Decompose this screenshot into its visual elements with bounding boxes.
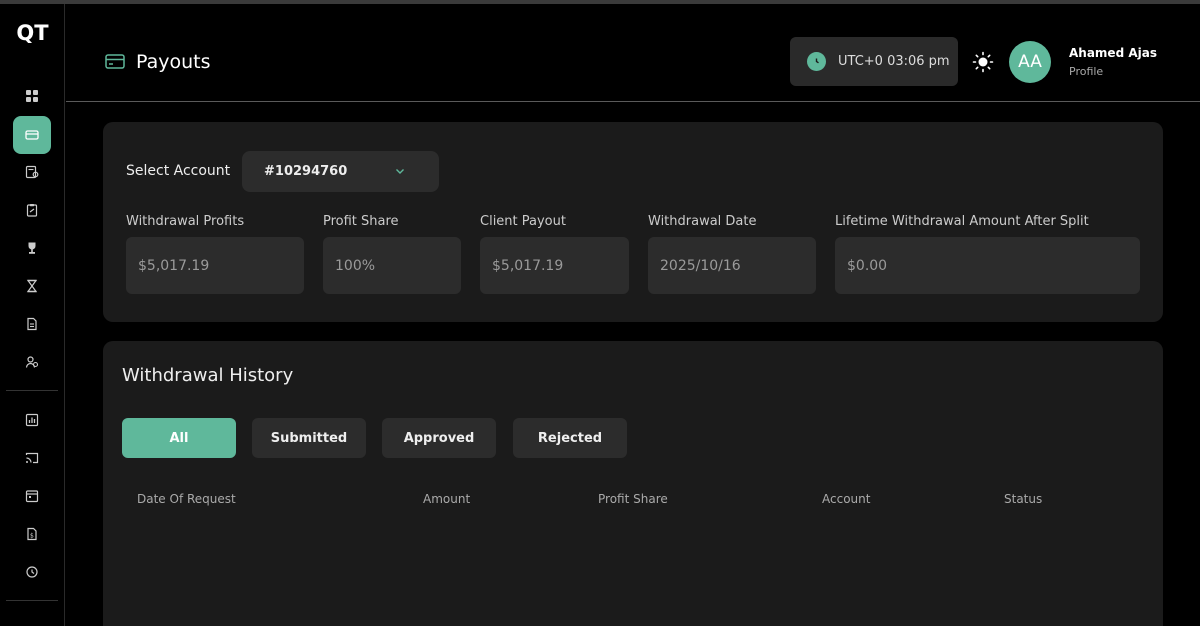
svg-text:$: $ (30, 533, 34, 540)
withdrawal-profits-field: $5,017.19 (126, 237, 304, 294)
clock-icon (807, 52, 826, 71)
sidebar-item-users[interactable] (13, 343, 51, 381)
withdrawal-history-card: Withdrawal History All Submitted Approve… (103, 341, 1163, 626)
analytics-icon (25, 413, 39, 427)
withdrawal-date-label: Withdrawal Date (648, 214, 757, 229)
section-title: Withdrawal History (122, 365, 294, 386)
account-select[interactable]: #10294760 (242, 151, 439, 192)
sidebar-item-hourglass[interactable] (13, 267, 51, 305)
withdrawal-profits-label: Withdrawal Profits (126, 214, 245, 229)
sidebar-item-payouts[interactable] (13, 116, 51, 154)
payout-summary-card: Select Account #10294760 Withdrawal Prof… (103, 122, 1163, 322)
hourglass-icon (26, 279, 38, 293)
column-header-date: Date Of Request (137, 492, 236, 506)
select-account-label: Select Account (126, 163, 231, 179)
credit-card-icon (105, 54, 125, 69)
sidebar-item-history[interactable] (13, 553, 51, 591)
payouts-icon (25, 130, 39, 140)
tab-all[interactable]: All (122, 418, 236, 458)
sidebar-item-trophy[interactable] (13, 229, 51, 267)
sun-icon[interactable] (972, 51, 994, 73)
timezone-clock[interactable]: UTC+0 03:06 pm (790, 37, 958, 86)
sidebar-item-document[interactable] (13, 305, 51, 343)
clock-time: UTC+0 03:06 pm (838, 54, 950, 69)
profile-link[interactable]: Profile (1069, 65, 1103, 78)
column-header-amount: Amount (423, 492, 471, 506)
column-header-status: Status (1004, 492, 1043, 506)
sidebar-item-rules[interactable] (13, 191, 51, 229)
client-payout-field: $5,017.19 (480, 237, 629, 294)
page-header: Payouts UTC+0 03:06 pm AA Ahamed Ajas Pr… (66, 4, 1200, 102)
tab-submitted[interactable]: Submitted (252, 418, 366, 458)
client-payout-label: Client Payout (480, 214, 566, 229)
certificate-icon (25, 165, 39, 179)
sidebar-item-invoice[interactable]: $ (13, 515, 51, 553)
account-select-value: #10294760 (264, 164, 348, 179)
sidebar-item-dashboard[interactable] (13, 77, 51, 115)
tab-rejected[interactable]: Rejected (513, 418, 627, 458)
dashboard-icon (26, 90, 38, 102)
sidebar-item-analytics[interactable] (13, 401, 51, 439)
chevron-down-icon (396, 169, 404, 174)
sidebar-divider (6, 390, 58, 391)
rules-icon (26, 204, 38, 217)
sidebar-item-cast[interactable] (13, 439, 51, 477)
profit-share-field: 100% (323, 237, 461, 294)
calendar-icon (25, 490, 39, 503)
app-logo: QT (16, 21, 49, 45)
sidebar-divider (6, 600, 58, 601)
invoice-icon: $ (27, 527, 37, 541)
avatar[interactable]: AA (1009, 41, 1051, 83)
page-title: Payouts (136, 51, 211, 73)
user-name[interactable]: Ahamed Ajas (1069, 46, 1157, 60)
lifetime-withdrawal-label: Lifetime Withdrawal Amount After Split (835, 214, 1089, 229)
cast-icon (25, 452, 39, 464)
withdrawal-date-field: 2025/10/16 (648, 237, 816, 294)
column-header-profit-share: Profit Share (598, 492, 668, 506)
profit-share-label: Profit Share (323, 214, 399, 229)
trophy-icon (28, 242, 36, 254)
column-header-account: Account (822, 492, 871, 506)
sidebar-item-certificate[interactable] (13, 153, 51, 191)
document-icon (27, 317, 37, 331)
history-icon (26, 566, 38, 578)
lifetime-withdrawal-field: $0.00 (835, 237, 1140, 294)
sidebar-item-calendar[interactable] (13, 477, 51, 515)
tab-approved[interactable]: Approved (382, 418, 496, 458)
sidebar: QT $ (0, 4, 65, 626)
users-icon (25, 356, 39, 368)
